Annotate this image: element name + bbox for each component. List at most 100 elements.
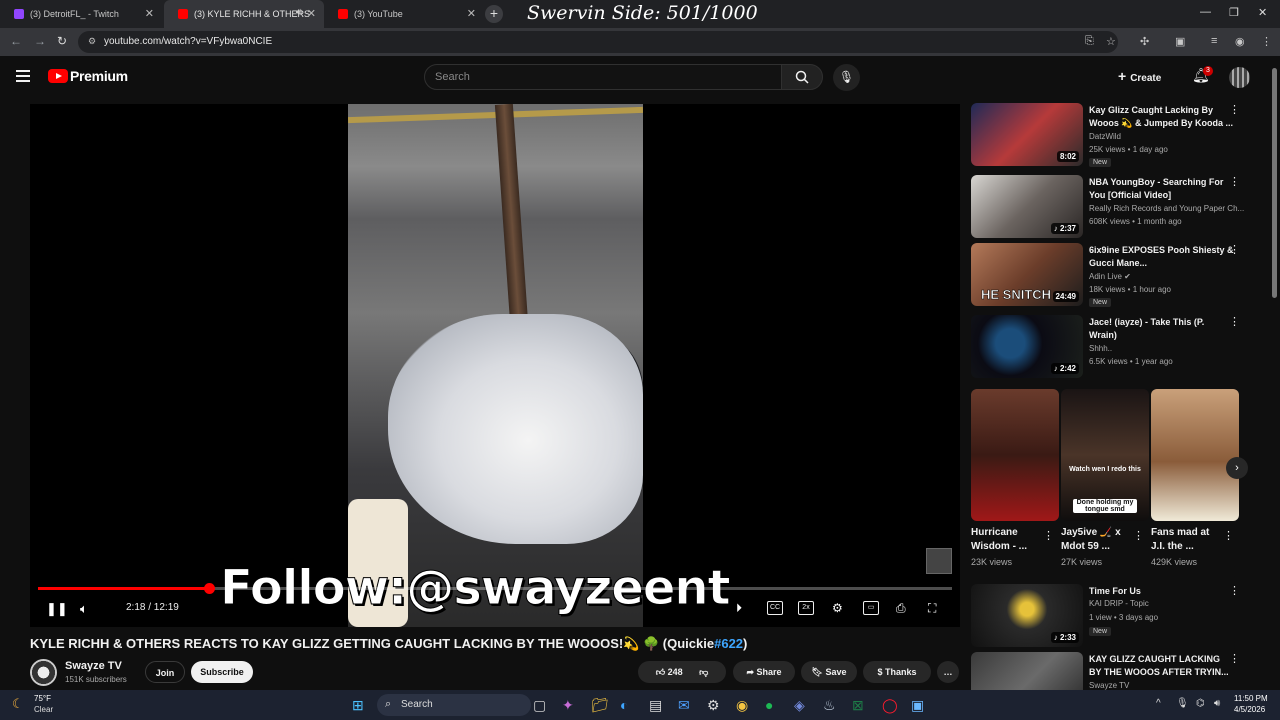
copilot-icon[interactable]: ✦ xyxy=(562,697,574,714)
extensions-icon[interactable]: ✣ xyxy=(1140,35,1149,48)
bookmark-star-icon[interactable]: ☆ xyxy=(1106,35,1116,48)
video-thumbnail[interactable]: ♪ 2:42 xyxy=(971,315,1083,378)
install-icon[interactable]: ⎘ xyxy=(1085,35,1094,48)
media-icon[interactable]: ≡ xyxy=(1211,35,1217,47)
edge-icon[interactable]: ◐ xyxy=(620,697,628,713)
excel-icon[interactable]: ⊠ xyxy=(852,697,864,714)
microphone-icon[interactable]: 🎙︎ xyxy=(1176,698,1189,709)
more-options-icon[interactable]: ⋮ xyxy=(1229,103,1240,116)
settings-gear-icon[interactable]: ⚙ xyxy=(832,601,843,615)
voice-search-button[interactable]: 🎙︎ xyxy=(833,64,860,91)
weather-moon-icon[interactable]: ☾ xyxy=(12,696,24,712)
more-options-icon[interactable]: ⋮ xyxy=(1133,529,1144,542)
volume-icon[interactable]: 🔈︎ xyxy=(80,601,88,617)
more-options-icon[interactable]: ⋮ xyxy=(1223,529,1234,542)
new-tab-button[interactable]: + xyxy=(485,5,503,23)
short-thumbnail[interactable] xyxy=(1151,389,1239,521)
close-window-icon[interactable]: ✕ xyxy=(1258,6,1267,19)
network-icon[interactable]: ⌬ xyxy=(1196,698,1205,709)
hashtag-link[interactable]: #622 xyxy=(714,636,743,651)
taskbar-search[interactable]: ⌕ Search xyxy=(377,694,531,716)
video-thumbnail[interactable]: 8:02 xyxy=(971,103,1083,166)
outlook-icon[interactable]: ✉ xyxy=(678,697,690,714)
tab-twitch[interactable]: (3) DetroitFL_ - Twitch ✕ xyxy=(0,0,162,28)
task-view-icon[interactable]: ▢ xyxy=(533,697,546,714)
dislike-button[interactable]: 👎︎ xyxy=(699,667,708,677)
scrubber-handle[interactable] xyxy=(203,583,215,594)
tab-current-video[interactable]: (3) KYLE RICHH & OTHERS 🔊︎ ✕ xyxy=(164,0,324,28)
sidepanel-icon[interactable]: ▣ xyxy=(1175,35,1185,48)
tab-youtube[interactable]: (3) YouTube ✕ xyxy=(324,0,484,28)
page-scrollbar[interactable] xyxy=(1270,60,1278,690)
recommendation-item[interactable]: ♪ 2:37 NBA YoungBoy - Searching For You … xyxy=(971,175,1271,241)
captions-icon[interactable]: CC xyxy=(767,601,783,615)
more-actions-button[interactable]: … xyxy=(937,661,959,683)
maximize-icon[interactable]: ❐ xyxy=(1229,6,1239,19)
weather-temperature[interactable]: 75°F xyxy=(34,694,51,703)
fullscreen-icon[interactable]: ⛶ xyxy=(928,601,936,616)
subscribe-button[interactable]: Subscribe xyxy=(191,661,253,683)
recommendation-item[interactable]: ♪ 2:42 Jace! (iayze) - Take This (P. Wra… xyxy=(971,315,1271,381)
recommendation-item[interactable]: ♪ 2:33 Time For Us KAI DRIP - Topic 1 vi… xyxy=(971,584,1271,650)
back-icon[interactable]: ← xyxy=(10,34,22,48)
settings-icon[interactable]: ⚙ xyxy=(707,697,720,714)
more-options-icon[interactable]: ⋮ xyxy=(1229,315,1240,328)
address-bar[interactable]: ⚙ youtube.com/watch?v=VFybwa0NCIE xyxy=(78,31,1118,53)
close-tab-icon[interactable]: ✕ xyxy=(467,8,476,20)
profile-icon[interactable]: ◉ xyxy=(1235,35,1245,48)
video-thumbnail[interactable]: ♪ 2:33 xyxy=(971,584,1083,647)
chrome-icon[interactable]: ◉ xyxy=(736,697,748,714)
recommendation-item[interactable]: HE SNITCH 24:49 6ix9ine EXPOSES Pooh Shi… xyxy=(971,243,1271,309)
youtube-premium-logo[interactable]: Premium xyxy=(48,68,128,84)
close-tab-icon[interactable]: ✕ xyxy=(307,8,316,20)
store-icon[interactable]: ▤ xyxy=(649,697,662,714)
account-avatar[interactable] xyxy=(1229,67,1250,88)
discord-icon[interactable]: ◈ xyxy=(794,697,805,714)
video-player[interactable]: Follow:@swayzeent ❚❚ 🔈︎ 2:18 / 12:19 ⏵ C… xyxy=(30,104,960,627)
share-button[interactable]: ➦ Share xyxy=(733,661,795,683)
short-thumbnail[interactable] xyxy=(971,389,1059,521)
miniplayer-icon[interactable]: ▭ xyxy=(863,601,879,615)
minimize-icon[interactable]: — xyxy=(1200,6,1211,18)
more-options-icon[interactable]: ⋮ xyxy=(1229,584,1240,597)
reload-icon[interactable]: ↻ xyxy=(57,34,67,48)
chevron-right-icon[interactable]: › xyxy=(1226,457,1248,479)
video-thumbnail[interactable] xyxy=(971,652,1083,690)
more-options-icon[interactable]: ⋮ xyxy=(1229,175,1240,188)
short-thumbnail[interactable]: Watch wen I redo this Done holding my to… xyxy=(1061,389,1149,521)
close-tab-icon[interactable]: ✕ xyxy=(145,8,154,20)
more-options-icon[interactable]: ⋮ xyxy=(1043,529,1054,542)
spotify-icon[interactable]: ● xyxy=(765,697,773,713)
progress-bar[interactable] xyxy=(38,583,952,594)
opera-icon[interactable]: ◯ xyxy=(882,697,898,714)
create-button[interactable]: + Create xyxy=(1118,68,1161,84)
scrollbar-thumb[interactable] xyxy=(1272,68,1277,298)
save-button[interactable]: 🔖︎ Save xyxy=(801,661,857,683)
more-options-icon[interactable]: ⋮ xyxy=(1229,652,1240,665)
site-info-icon[interactable]: ⚙ xyxy=(88,36,96,47)
photos-icon[interactable]: ▣ xyxy=(911,697,924,714)
recommendation-item[interactable]: 8:02 Kay Glizz Caught Lacking By Wooos 💫… xyxy=(971,103,1271,169)
speaker-icon[interactable]: 🔊︎ xyxy=(296,7,302,18)
playback-speed-button[interactable]: 2x xyxy=(798,601,814,615)
steam-icon[interactable]: ♨ xyxy=(823,697,836,714)
search-button[interactable] xyxy=(781,64,823,90)
thanks-button[interactable]: $ Thanks xyxy=(863,661,931,683)
autoplay-toggle-icon[interactable]: ⏵ xyxy=(736,601,742,616)
chevron-up-icon[interactable]: ^ xyxy=(1156,698,1161,709)
channel-watermark[interactable] xyxy=(926,548,952,574)
video-thumbnail[interactable]: HE SNITCH 24:49 xyxy=(971,243,1083,306)
more-options-icon[interactable]: ⋮ xyxy=(1229,243,1240,256)
recommendation-item[interactable]: KAY GLIZZ CAUGHT LACKING BY THE WOOOS AF… xyxy=(971,652,1271,690)
join-button[interactable]: Join xyxy=(145,661,185,683)
hamburger-menu-icon[interactable] xyxy=(16,70,30,82)
channel-avatar[interactable] xyxy=(30,659,57,686)
search-input[interactable]: Search xyxy=(424,64,782,90)
cast-icon[interactable]: ⎙ xyxy=(896,601,906,616)
windows-start-icon[interactable]: ⊞ xyxy=(352,697,364,714)
video-thumbnail[interactable]: ♪ 2:37 xyxy=(971,175,1083,238)
forward-icon[interactable]: → xyxy=(34,34,46,48)
chrome-menu-icon[interactable]: ⋮ xyxy=(1261,35,1272,48)
file-explorer-icon[interactable]: 📁︎ xyxy=(591,697,609,714)
volume-icon[interactable]: 🔊︎ xyxy=(1214,698,1220,709)
